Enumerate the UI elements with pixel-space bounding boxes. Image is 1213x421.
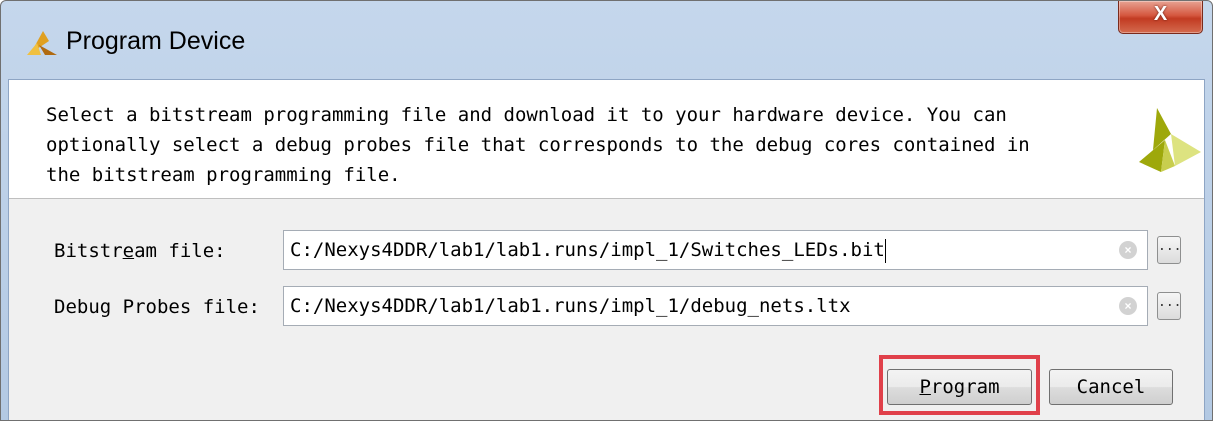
debug-probes-browse-button[interactable]: ... [1157,292,1181,320]
clear-icon[interactable]: × [1119,297,1137,315]
description-panel: Select a bitstream programming file and … [9,80,1204,199]
description-text: Select a bitstream programming file and … [46,104,1030,186]
cancel-button[interactable]: Cancel [1049,369,1173,405]
program-button[interactable]: Program [887,369,1032,405]
debug-probes-file-label: Debug Probes file: [54,296,260,318]
text-cursor [884,238,886,263]
window-title: Program Device [66,27,246,55]
xilinx-logo-icon [27,31,57,55]
bitstream-file-label: Bitstream file: [54,240,226,262]
title-bar[interactable]: Program Device X [1,1,1212,79]
xilinx-logo-icon [1139,108,1201,172]
close-button[interactable]: X [1118,1,1203,34]
bitstream-file-value: C:/Nexys4DDR/lab1/lab1.runs/impl_1/Switc… [290,239,885,261]
bitstream-browse-button[interactable]: ... [1157,236,1181,264]
bitstream-file-input[interactable]: C:/Nexys4DDR/lab1/lab1.runs/impl_1/Switc… [283,230,1148,270]
program-device-dialog: Program Device X Select a bitstream prog… [0,0,1213,421]
close-icon: X [1153,3,1168,25]
debug-probes-file-value: C:/Nexys4DDR/lab1/lab1.runs/impl_1/debug… [290,295,851,317]
debug-probes-file-input[interactable]: C:/Nexys4DDR/lab1/lab1.runs/impl_1/debug… [283,286,1148,326]
dialog-body: Select a bitstream programming file and … [8,79,1205,420]
clear-icon[interactable]: × [1119,241,1137,259]
